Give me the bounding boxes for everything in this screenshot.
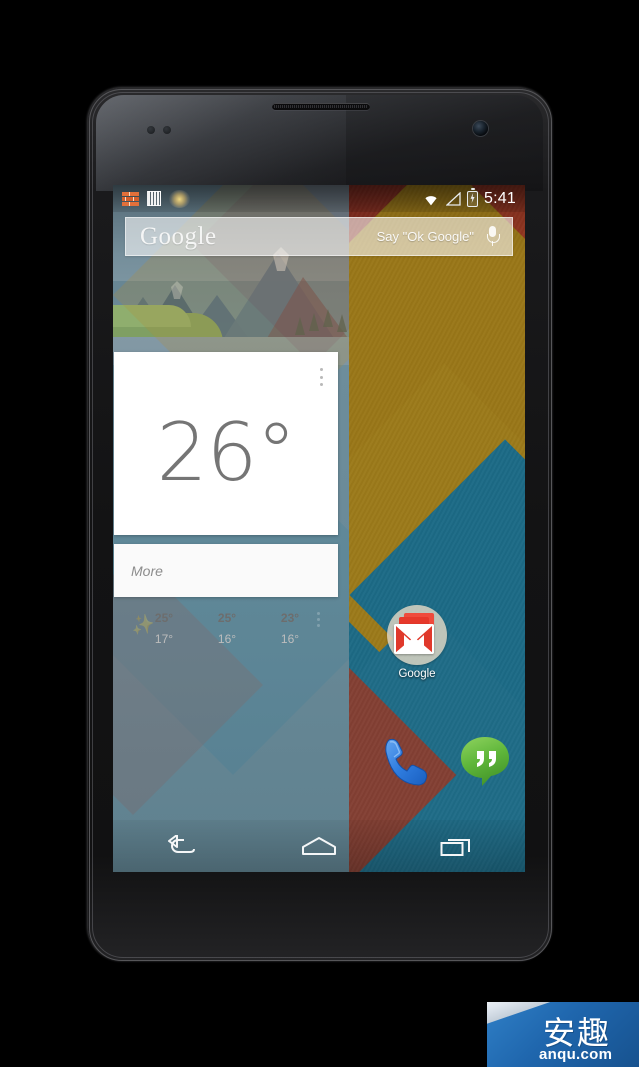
- home-button[interactable]: [282, 826, 356, 866]
- magic-wand-icon: ✨: [129, 613, 157, 638]
- recents-icon: [440, 839, 471, 856]
- proximity-sensor: [147, 126, 155, 134]
- wifi-icon: [425, 195, 437, 205]
- ok-google-hint: Say "Ok Google": [376, 229, 474, 244]
- charging-bolt-icon: [470, 193, 475, 203]
- app-label: Google: [398, 668, 436, 680]
- battery-charging-icon: [467, 187, 479, 207]
- back-button[interactable]: [145, 826, 219, 866]
- current-temperature: 26°: [156, 406, 297, 499]
- google-search-bar[interactable]: Google Say "Ok Google": [125, 217, 513, 256]
- microphone-icon[interactable]: [487, 226, 500, 247]
- overflow-menu-icon[interactable]: [320, 368, 324, 386]
- hangouts-app[interactable]: [457, 733, 513, 789]
- earpiece-grille-mesh: [274, 105, 368, 108]
- google-logo: Google: [140, 222, 217, 250]
- sun-glow-icon: [169, 189, 190, 208]
- home-icon: [301, 837, 336, 855]
- gmail-m-glyph: [394, 624, 434, 654]
- status-bar-system: 5:41: [422, 187, 516, 208]
- screenshot-root: 5:41 Google Say "Ok Google" 26° SUN 25°: [0, 0, 639, 1067]
- folder-google[interactable]: Google: [380, 605, 454, 680]
- light-sensor: [163, 126, 171, 134]
- more-label: More: [131, 562, 163, 579]
- front-camera: [473, 121, 488, 136]
- status-bar-notifications: [122, 189, 190, 208]
- recents-button[interactable]: [419, 826, 493, 866]
- signal-icon: [446, 191, 461, 206]
- gmail-folder-icon: [394, 624, 434, 654]
- forecast-low: 16°: [280, 632, 300, 646]
- phone-handset-icon: [385, 738, 428, 786]
- status-bar-clock: 5:41: [484, 189, 516, 207]
- ghost-overflow-icon: [317, 612, 321, 627]
- forecast-high: 25°: [217, 611, 237, 625]
- watermark-url: anqu.com: [539, 1046, 613, 1063]
- forecast-low: 16°: [217, 632, 237, 646]
- folder-background: [387, 605, 447, 665]
- brick-wall-icon: [122, 191, 139, 206]
- phone-screen[interactable]: 5:41 Google Say "Ok Google" 26° SUN 25°: [113, 185, 525, 872]
- phone-app[interactable]: [377, 733, 433, 789]
- bars-icon: [147, 191, 161, 206]
- forecast-high: 23°: [280, 611, 300, 625]
- navigation-bar: [113, 820, 525, 872]
- more-card[interactable]: More: [114, 544, 338, 597]
- status-bar: 5:41: [113, 185, 525, 212]
- hangouts-bubble-icon: [461, 737, 509, 786]
- back-arrow-icon: [167, 835, 195, 853]
- watermark: 安趣 anqu.com: [487, 1002, 639, 1067]
